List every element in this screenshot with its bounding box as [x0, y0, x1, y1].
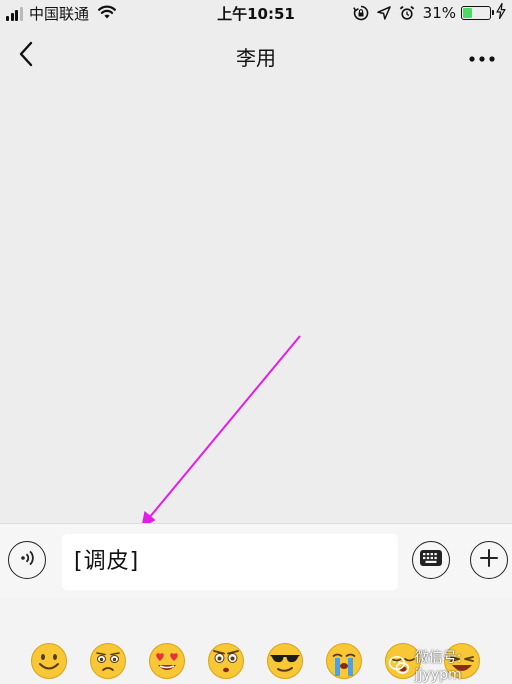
nav-bar: 李用 [0, 26, 512, 86]
more-dots-icon [469, 47, 495, 66]
alarm-icon [399, 5, 415, 21]
watermark: 微信号: jjyypm [388, 647, 512, 683]
message-input[interactable]: [调皮] [62, 534, 398, 590]
battery-icon [461, 6, 494, 20]
keyboard-button[interactable] [412, 541, 450, 579]
more-button[interactable] [464, 40, 500, 72]
wechat-logo-icon [388, 656, 410, 674]
rotation-lock-icon [352, 5, 369, 21]
voice-button[interactable] [8, 541, 46, 579]
charging-icon [496, 2, 506, 23]
emoji-cool[interactable] [266, 642, 304, 680]
location-icon [376, 6, 391, 20]
emoji-stare[interactable] [207, 642, 245, 680]
status-bar: 中国联通 上午10:51 31% [0, 0, 512, 26]
battery-percent: 31% [422, 4, 456, 22]
emoji-smile[interactable] [30, 642, 68, 680]
emoji-crying[interactable] [325, 642, 363, 680]
chat-message-area [0, 86, 512, 523]
keyboard-icon [419, 549, 443, 571]
voice-icon [17, 548, 37, 572]
emoji-heart-eyes[interactable] [148, 642, 186, 680]
emoji-pout[interactable] [89, 642, 127, 680]
battery-level [463, 8, 472, 18]
more-functions-button[interactable] [470, 541, 508, 579]
status-right: 31% [345, 2, 506, 23]
plus-icon [479, 548, 499, 572]
watermark-text: 微信号: jjyypm [414, 650, 462, 683]
chat-title: 李用 [236, 46, 276, 70]
annotation-arrow [142, 335, 301, 523]
input-bar: [调皮] [0, 523, 512, 598]
